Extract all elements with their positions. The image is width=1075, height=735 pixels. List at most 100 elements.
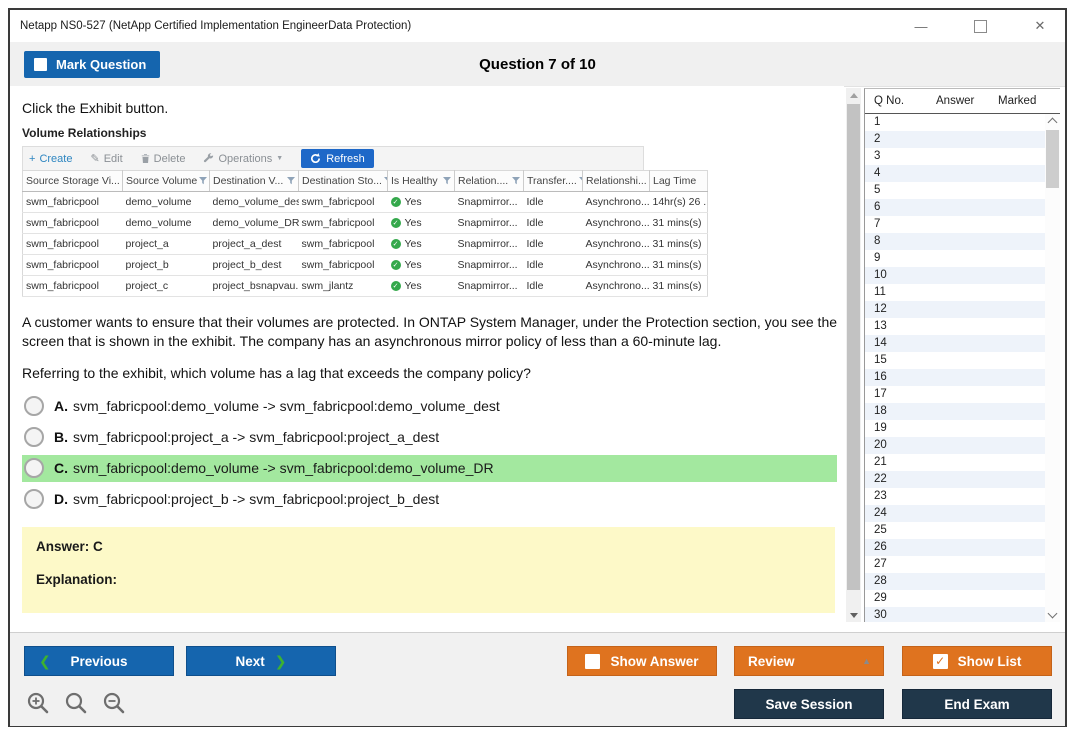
scroll-down-icon[interactable] [1045,608,1060,622]
mark-question-checkbox[interactable] [34,58,47,71]
healthy-icon: ✓ [391,260,401,270]
show-answer-button[interactable]: Show Answer [567,646,717,676]
table-row: swm_fabricpoolproject_bproject_b_destswm… [23,255,708,276]
explanation-line: Explanation: [36,572,821,587]
question-list-item-5[interactable]: 5 [865,182,1046,199]
filter-icon [512,177,520,185]
table-row: swm_fabricpooldemo_volumedemo_volume_DRs… [23,213,708,234]
trash-icon [141,153,150,164]
show-answer-checkbox[interactable] [585,654,600,669]
question-list-item-6[interactable]: 6 [865,199,1046,216]
question-list-item-2[interactable]: 2 [865,131,1046,148]
scrollbar-thumb[interactable] [847,104,860,590]
question-list-item-16[interactable]: 16 [865,369,1046,386]
create-button: + Create [29,153,72,165]
question-list-item-18[interactable]: 18 [865,403,1046,420]
answer-option-b[interactable]: B.svm_fabricpool:project_a -> svm_fabric… [22,424,837,451]
column-header: Destination V... [210,171,299,192]
question-list-item-30[interactable]: 30 [865,607,1046,622]
review-dropdown[interactable]: Review ▲ [734,646,884,676]
minimize-icon[interactable]: — [912,19,930,34]
question-list-item-4[interactable]: 4 [865,165,1046,182]
scroll-up-icon[interactable] [846,88,861,102]
question-list-item-12[interactable]: 12 [865,301,1046,318]
question-list-item-29[interactable]: 29 [865,590,1046,607]
wrench-icon [203,153,214,164]
scrollbar-thumb[interactable] [1046,130,1059,188]
question-list-item-1[interactable]: 1 [865,114,1046,131]
qno-column-header: Q No. [865,95,936,107]
question-list-item-8[interactable]: 8 [865,233,1046,250]
question-list-item-19[interactable]: 19 [865,420,1046,437]
question-list-item-25[interactable]: 25 [865,522,1046,539]
question-list-item-23[interactable]: 23 [865,488,1046,505]
question-list-item-7[interactable]: 7 [865,216,1046,233]
save-session-button[interactable]: Save Session [734,689,884,719]
footer-bar: ❮ Previous Next ❯ Show Answer Review ▲ ✓… [10,632,1065,726]
column-header: Source Storage Vi... [23,171,123,192]
radio-button-icon[interactable] [24,458,44,478]
radio-button-icon[interactable] [24,427,44,447]
maximize-icon[interactable] [974,20,987,33]
previous-button[interactable]: ❮ Previous [24,646,174,676]
question-list-item-15[interactable]: 15 [865,352,1046,369]
show-list-button[interactable]: ✓ Show List [902,646,1052,676]
column-header: Relation.... [455,171,524,192]
answer-option-d[interactable]: D.svm_fabricpool:project_b -> svm_fabric… [22,486,837,513]
question-list-item-20[interactable]: 20 [865,437,1046,454]
question-list-item-22[interactable]: 22 [865,471,1046,488]
plus-icon: + [29,153,35,165]
filter-icon [443,177,451,185]
question-list-item-24[interactable]: 24 [865,505,1046,522]
answer-option-c[interactable]: C.svm_fabricpool:demo_volume -> svm_fabr… [22,455,837,482]
table-row: swm_fabricpoolproject_aproject_a_destswm… [23,234,708,255]
question-list-item-13[interactable]: 13 [865,318,1046,335]
content-scrollbar[interactable] [846,88,861,622]
volume-relationships-table: Source Storage Vi...Source VolumeDestina… [22,170,708,297]
question-list-item-10[interactable]: 10 [865,267,1046,284]
chevron-right-icon: ❯ [275,653,287,670]
app-window: Netapp NS0-527 (NetApp Certified Impleme… [8,8,1067,727]
next-button[interactable]: Next ❯ [186,646,336,676]
close-icon[interactable]: ✕ [1031,18,1049,34]
column-header: Source Volume [123,171,210,192]
filter-icon [199,177,207,185]
column-header: Relationshi... [583,171,650,192]
show-list-checkbox[interactable]: ✓ [933,654,948,669]
zoom-reset-icon[interactable] [64,691,88,715]
question-list-item-3[interactable]: 3 [865,148,1046,165]
question-list-item-17[interactable]: 17 [865,386,1046,403]
marked-column-header: Marked [998,95,1050,107]
question-list-item-27[interactable]: 27 [865,556,1046,573]
radio-button-icon[interactable] [24,489,44,509]
radio-button-icon[interactable] [24,396,44,416]
column-header: Destination Sto... [299,171,388,192]
end-exam-button[interactable]: End Exam [902,689,1052,719]
scroll-down-icon[interactable] [846,608,861,622]
question-counter: Question 7 of 10 [10,42,1065,86]
answer-option-a[interactable]: A.svm_fabricpool:demo_volume -> svm_fabr… [22,393,837,420]
healthy-icon: ✓ [391,197,401,207]
filter-icon [579,177,583,185]
question-header-band: Question 7 of 10 Mark Question [10,42,1065,87]
chevron-left-icon: ❮ [39,653,51,670]
question-list-item-26[interactable]: 26 [865,539,1046,556]
question-list-item-28[interactable]: 28 [865,573,1046,590]
refresh-icon [310,153,321,164]
zoom-in-icon[interactable] [26,691,50,715]
zoom-out-icon[interactable] [102,691,126,715]
exhibit-title: Volume Relationships [22,126,644,140]
question-list-scrollbar[interactable] [1045,114,1060,622]
question-list-item-21[interactable]: 21 [865,454,1046,471]
question-list-panel: Q No. Answer Marked 12345678910111213141… [864,88,1060,622]
question-list-item-9[interactable]: 9 [865,250,1046,267]
scroll-up-icon[interactable] [1045,114,1060,128]
mark-question-button[interactable]: Mark Question [24,51,160,78]
mark-question-label: Mark Question [56,57,146,72]
chevron-up-icon: ▲ [862,656,871,666]
pencil-icon: ✎ [90,152,99,165]
question-list-item-14[interactable]: 14 [865,335,1046,352]
zoom-controls [26,691,126,715]
question-list-item-11[interactable]: 11 [865,284,1046,301]
exhibit-instruction: Click the Exhibit button. [22,100,844,116]
